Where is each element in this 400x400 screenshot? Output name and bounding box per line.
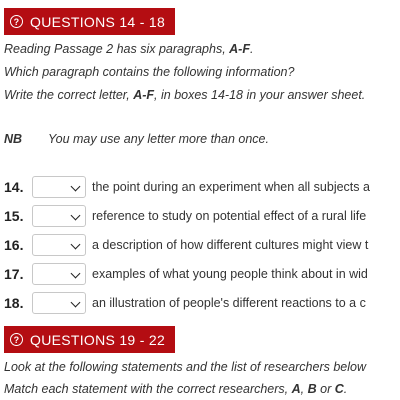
question-row: 16. a description of how different cultu… bbox=[4, 232, 368, 258]
nb-text: You may use any letter more than once. bbox=[48, 132, 269, 146]
instruction-line-3: Write the correct letter, A-F, in boxes … bbox=[4, 88, 366, 102]
section-title: QUESTIONS 14 - 18 bbox=[30, 13, 166, 30]
question-text: the point during an experiment when all … bbox=[92, 180, 370, 194]
question-circle-icon: ? bbox=[10, 15, 23, 28]
question-row: 15. reference to study on potential effe… bbox=[4, 203, 366, 229]
instruction-line-4: Look at the following statements and the… bbox=[4, 360, 367, 374]
question-text: a description of how different cultures … bbox=[92, 238, 369, 252]
chevron-down-icon bbox=[70, 210, 81, 221]
instruction-line-2: Which paragraph contains the following i… bbox=[4, 65, 295, 79]
question-number: 16. bbox=[4, 237, 24, 253]
chevron-down-icon bbox=[70, 297, 81, 308]
question-text: examples of what young people think abou… bbox=[92, 267, 368, 281]
question-text: reference to study on potential effect o… bbox=[92, 209, 367, 223]
letter-range: A-F bbox=[133, 88, 155, 102]
section-header-14-18: ? QUESTIONS 14 - 18 bbox=[4, 8, 176, 35]
question-number: 14. bbox=[4, 179, 24, 195]
question-text: an illustration of people's different re… bbox=[92, 296, 366, 310]
section-header-19-22: ? QUESTIONS 19 - 22 bbox=[4, 326, 176, 353]
question-number: 17. bbox=[4, 266, 24, 282]
question-number: 18. bbox=[4, 295, 24, 311]
answer-select[interactable] bbox=[32, 263, 86, 285]
chevron-down-icon bbox=[70, 239, 81, 250]
nb-note: NB You may use any letter more than once. bbox=[4, 132, 269, 146]
answer-select[interactable] bbox=[32, 234, 86, 256]
question-row: 14. the point during an experiment when … bbox=[4, 174, 370, 200]
instruction-line-1: Reading Passage 2 has six paragraphs, A-… bbox=[4, 42, 254, 56]
instruction-line-5: Match each statement with the correct re… bbox=[4, 382, 348, 396]
answer-select[interactable] bbox=[32, 176, 86, 198]
chevron-down-icon bbox=[70, 181, 81, 192]
nb-label: NB bbox=[4, 132, 23, 146]
section-title: QUESTIONS 19 - 22 bbox=[30, 331, 166, 348]
question-number: 15. bbox=[4, 208, 24, 224]
letter-range: A-F bbox=[229, 42, 250, 56]
chevron-down-icon bbox=[70, 268, 81, 279]
question-row: 18. an illustration of people's differen… bbox=[4, 290, 366, 316]
answer-select[interactable] bbox=[32, 205, 86, 227]
answer-select[interactable] bbox=[32, 292, 86, 314]
question-circle-icon: ? bbox=[10, 333, 23, 346]
question-row: 17. examples of what young people think … bbox=[4, 261, 368, 287]
